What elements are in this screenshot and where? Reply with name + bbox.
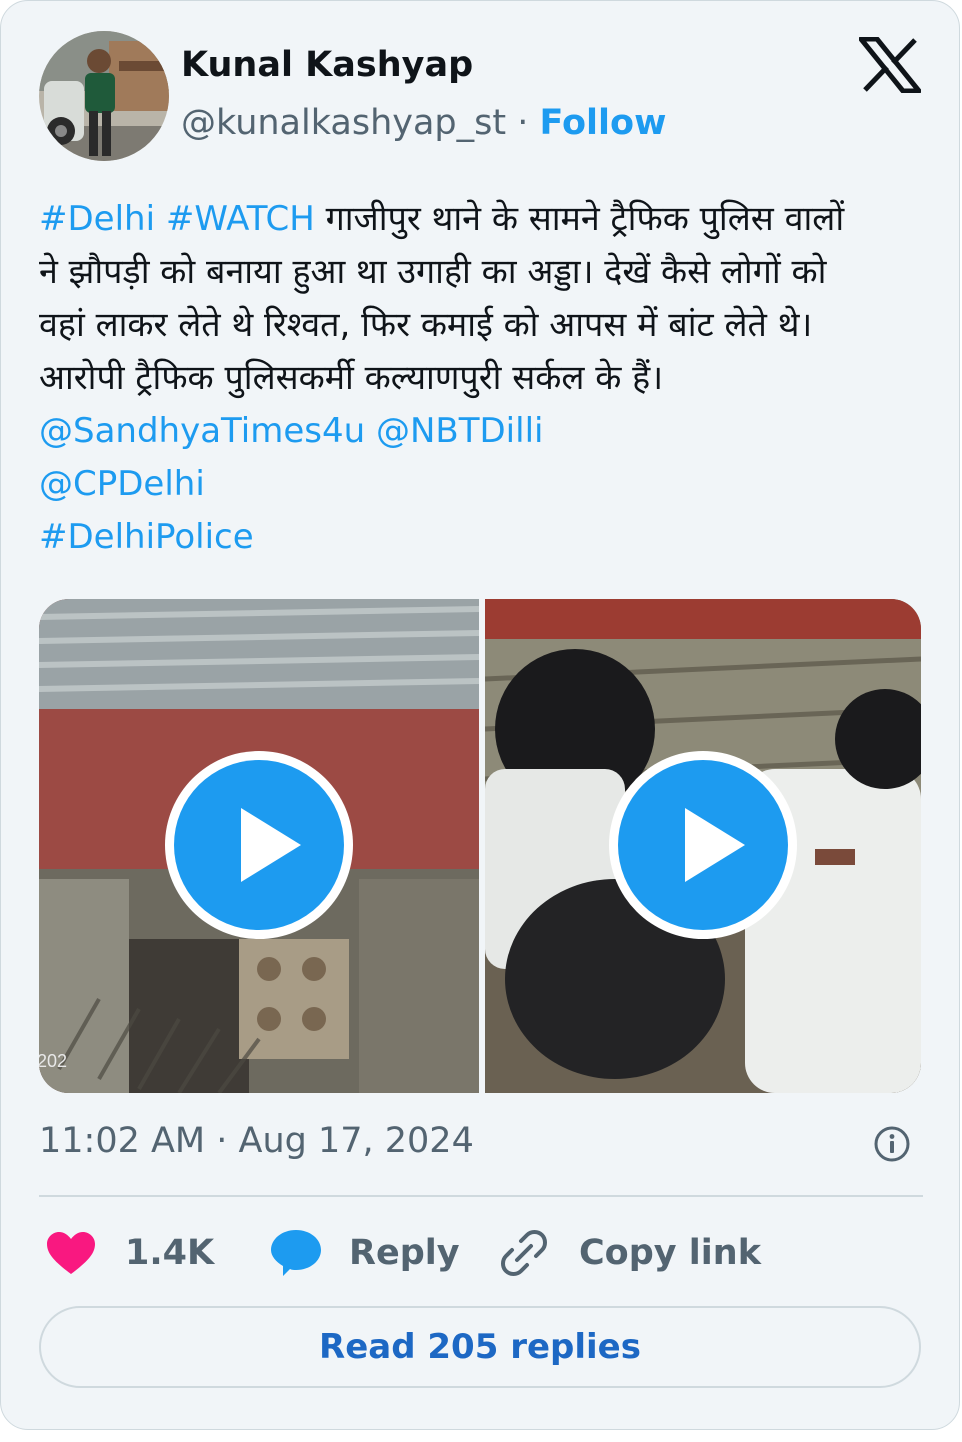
author-handle[interactable]: @kunalkashyap_st xyxy=(181,103,506,143)
author-handle-row: @kunalkashyap_st · Follow xyxy=(181,103,666,143)
tweet-timestamp[interactable]: 11:02 AM · Aug 17, 2024 xyxy=(39,1121,474,1161)
tweet-card: Kunal Kashyap @kunalkashyap_st · Follow … xyxy=(0,0,960,1430)
follow-button[interactable]: Follow xyxy=(540,103,667,143)
video-thumbnail-right[interactable] xyxy=(485,599,921,1093)
play-icon xyxy=(241,808,301,882)
reply-label: Reply xyxy=(349,1233,460,1273)
tweet-line-1: #Delhi #WATCH गाजीपुर थाने के सामने ट्रै… xyxy=(39,193,929,246)
like-button[interactable]: 1.4K xyxy=(45,1225,214,1281)
tweet-mentions-line: @SandhyaTimes4u @NBTDilli xyxy=(39,405,929,458)
hashtag-watch[interactable]: #WATCH xyxy=(166,199,315,239)
video-thumbnail-left[interactable]: 202 xyxy=(39,599,479,1093)
reply-button[interactable]: Reply xyxy=(269,1225,460,1281)
tweet-body-line-1: गाजीपुर थाने के सामने ट्रैफिक पुलिस वालो… xyxy=(325,199,845,239)
read-replies-button[interactable]: Read 205 replies xyxy=(39,1306,921,1388)
info-icon[interactable] xyxy=(873,1125,911,1163)
tweet-body-line-4: आरोपी ट्रैफिक पुलिसकर्मी कल्याणपुरी सर्क… xyxy=(39,358,664,398)
play-button-left[interactable] xyxy=(165,751,353,939)
divider xyxy=(39,1195,923,1197)
video-overlay-text: 202 xyxy=(39,1051,67,1071)
mention-nbtdilli[interactable]: @NBTDilli xyxy=(376,411,544,451)
avatar[interactable] xyxy=(39,31,169,161)
x-logo-icon[interactable] xyxy=(858,36,922,94)
tweet-body-line-2: ने झौपड़ी को बनाया हुआ था उगाही का अड्डा… xyxy=(39,252,827,292)
heart-icon xyxy=(47,1232,95,1274)
hashtag-delhipolice[interactable]: #DelhiPolice xyxy=(39,517,254,557)
mention-cpdelhi[interactable]: @CPDelhi xyxy=(39,464,205,504)
tweet-body-line-3: वहां लाकर लेते थे रिश्वत, फिर कमाई को आप… xyxy=(39,305,813,345)
like-count: 1.4K xyxy=(125,1233,215,1273)
copy-link-button[interactable]: Copy link xyxy=(499,1225,761,1281)
play-button-right[interactable] xyxy=(609,751,797,939)
play-icon xyxy=(685,808,745,882)
tweet-text: #Delhi #WATCH गाजीपुर थाने के सामने ट्रै… xyxy=(39,193,929,564)
handle-separator: · xyxy=(517,103,529,143)
media-grid: 202 xyxy=(39,599,921,1093)
author-name[interactable]: Kunal Kashyap xyxy=(181,45,473,85)
reply-bubble-icon xyxy=(271,1230,321,1276)
link-icon xyxy=(501,1230,547,1276)
copy-link-label: Copy link xyxy=(579,1233,761,1273)
mention-sandhyatimes4u[interactable]: @SandhyaTimes4u xyxy=(39,411,365,451)
hashtag-delhi[interactable]: #Delhi xyxy=(39,199,155,239)
